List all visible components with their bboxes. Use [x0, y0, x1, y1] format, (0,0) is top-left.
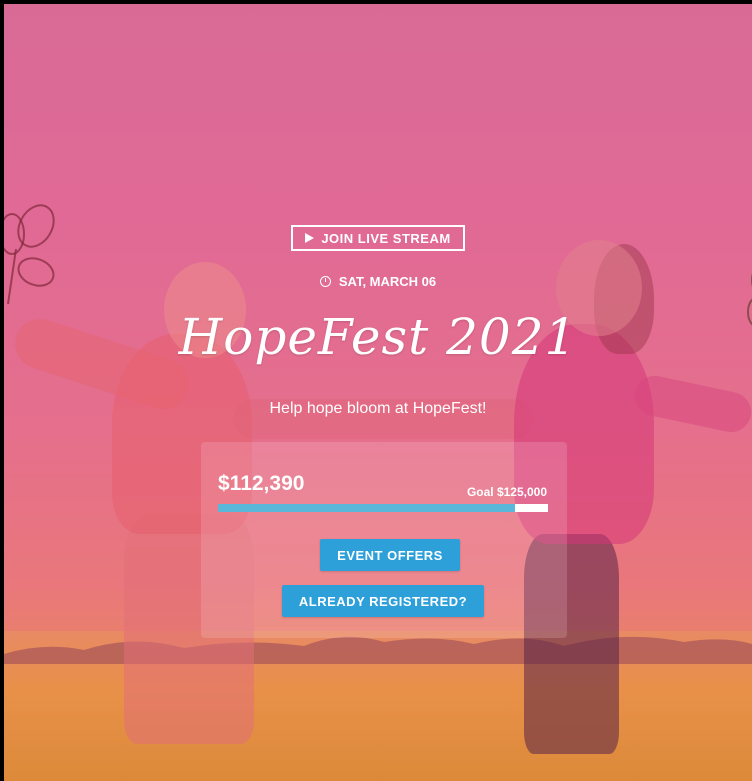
fundraiser-progress-bar [218, 504, 548, 512]
event-offers-button[interactable]: EVENT OFFERS [320, 539, 460, 571]
hero-banner: JOIN LIVE STREAM SAT, MARCH 06 HopeFest … [4, 4, 752, 781]
event-tagline: Help hope bloom at HopeFest! [269, 400, 487, 417]
join-live-stream-label: JOIN LIVE STREAM [321, 230, 451, 246]
event-date-text: SAT, MARCH 06 [338, 274, 437, 289]
clock-icon [319, 276, 331, 287]
play-icon [305, 233, 315, 243]
event-date: SAT, MARCH 06 [4, 274, 752, 289]
fundraiser-progress-fill [218, 504, 515, 512]
hero-content: JOIN LIVE STREAM SAT, MARCH 06 HopeFest … [4, 4, 752, 781]
join-live-stream-button[interactable]: JOIN LIVE STREAM [291, 225, 465, 251]
event-title: HopeFest 2021 [178, 308, 578, 366]
goal-amount: Goal $125,000 [466, 485, 547, 499]
raised-amount: $112,390 [218, 472, 305, 495]
already-registered-button[interactable]: ALREADY REGISTERED? [282, 585, 484, 617]
